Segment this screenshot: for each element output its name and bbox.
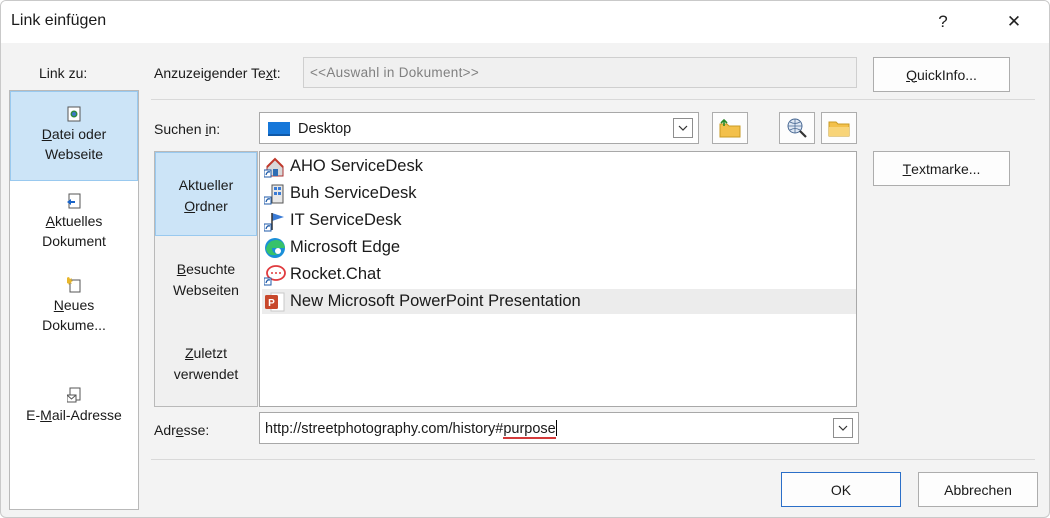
search-in-dropdown[interactable]: Desktop xyxy=(259,112,699,144)
building-shortcut-icon xyxy=(264,184,284,204)
edge-icon xyxy=(265,237,285,258)
link-to-label: Link zu: xyxy=(39,65,88,81)
folder-open-icon xyxy=(828,121,850,137)
title-bar: Link einfügen ? ✕ xyxy=(1,1,1049,43)
powerpoint-icon: P xyxy=(265,292,285,311)
house-shortcut-icon xyxy=(264,157,284,177)
chevron-down-icon xyxy=(838,425,848,431)
chevron-down-icon xyxy=(678,125,688,131)
file-item[interactable]: AHO ServiceDesk xyxy=(262,154,856,179)
file-name: New Microsoft PowerPoint Presentation xyxy=(290,292,581,310)
file-name: Buh ServiceDesk xyxy=(290,184,417,202)
file-name: Microsoft Edge xyxy=(290,238,401,256)
new-document-icon xyxy=(67,277,81,293)
file-name: IT ServiceDesk xyxy=(290,211,402,229)
dialog-title: Link einfügen xyxy=(11,12,107,29)
search-in-dropdown-arrow[interactable] xyxy=(673,118,693,138)
address-input[interactable]: http://streetphotography.com/history#pur… xyxy=(259,412,859,444)
link-to-email[interactable]: E-Mail-Adresse xyxy=(10,387,138,425)
link-to-panel: Datei oder Webseite Aktuelles Dokument N… xyxy=(9,90,139,510)
link-to-file-line2: Webseite xyxy=(44,146,104,162)
separator-bottom xyxy=(151,459,1035,460)
globe-search-icon xyxy=(787,118,807,138)
file-item[interactable]: Buh ServiceDesk xyxy=(262,181,856,206)
search-in-value: Desktop xyxy=(298,121,352,137)
display-text-label: Anzuzeigender Text: xyxy=(154,65,281,81)
insert-link-dialog: Link einfügen ? ✕ Link zu: Datei oder We… xyxy=(0,0,1050,518)
nav-recent-files[interactable]: Zuletzt verwendet xyxy=(155,343,257,385)
cancel-button[interactable]: Abbrechen xyxy=(918,472,1038,507)
link-to-file-or-web[interactable]: Datei oder Webseite xyxy=(10,91,138,181)
nav-current-folder[interactable]: Aktueller Ordner xyxy=(155,152,257,236)
browse-web-button[interactable] xyxy=(779,112,815,144)
rocketchat-icon xyxy=(264,264,286,285)
file-item[interactable]: P New Microsoft PowerPoint Presentation xyxy=(262,289,856,314)
browse-file-button[interactable] xyxy=(821,112,857,144)
file-item[interactable]: Microsoft Edge xyxy=(262,235,856,260)
address-label: Adresse: xyxy=(154,422,210,438)
file-item[interactable]: Rocket.Chat xyxy=(262,262,856,287)
link-to-new-document[interactable]: Neues Dokume... xyxy=(10,277,138,335)
ok-button[interactable]: OK xyxy=(781,472,901,507)
file-item[interactable]: IT ServiceDesk xyxy=(262,208,856,233)
address-dropdown-arrow[interactable] xyxy=(833,418,853,438)
link-to-current-document[interactable]: Aktuelles Dokument xyxy=(10,193,138,251)
separator-top xyxy=(151,99,1035,100)
help-button[interactable]: ? xyxy=(923,7,963,37)
flag-shortcut-icon xyxy=(264,212,284,231)
file-list: AHO ServiceDesk Buh ServiceDesk IT Servi… xyxy=(259,151,857,407)
file-name: AHO ServiceDesk xyxy=(290,157,423,175)
bookmark-button[interactable]: Textmarke... xyxy=(873,151,1010,186)
current-document-icon xyxy=(67,193,81,209)
desktop-icon xyxy=(268,122,290,136)
text-cursor xyxy=(555,420,557,436)
display-text-field[interactable]: <<Auswahl in Dokument>> xyxy=(303,57,857,88)
nav-browsed-pages[interactable]: Besuchte Webseiten xyxy=(155,259,257,301)
folder-up-icon xyxy=(719,118,741,138)
up-folder-button[interactable] xyxy=(712,112,748,144)
spelling-error-word: purpose xyxy=(503,421,556,439)
close-button[interactable]: ✕ xyxy=(994,7,1034,37)
email-icon xyxy=(67,387,81,403)
browse-navigation: Aktueller Ordner Besuchte Webseiten Zule… xyxy=(154,151,258,407)
file-web-icon xyxy=(67,106,81,122)
quickinfo-button[interactable]: QuickInfo... xyxy=(873,57,1010,92)
svg-text:P: P xyxy=(268,298,275,309)
address-value: http://streetphotography.com/history#pur… xyxy=(265,420,557,439)
search-in-label: Suchen in: xyxy=(154,121,221,137)
file-name: Rocket.Chat xyxy=(290,265,381,283)
